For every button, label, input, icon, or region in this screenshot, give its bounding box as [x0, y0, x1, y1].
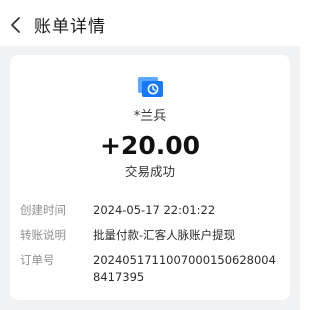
order-number-value[interactable]: 20240517110070001506280048417395: [93, 252, 283, 286]
back-button[interactable]: [8, 16, 24, 34]
payee-name: *兰兵: [133, 109, 167, 124]
page-title: 账单详情: [34, 17, 106, 37]
chevron-left-icon: [11, 17, 20, 33]
transaction-amount: +20.00: [99, 131, 201, 160]
created-time-label: 创建时间: [20, 203, 66, 217]
order-number-label: 订单号: [20, 253, 55, 267]
wallet-transfer-icon: [136, 72, 166, 102]
created-time-value: 2024-05-17 22:01:22: [93, 203, 216, 217]
transfer-note-label: 转账说明: [20, 228, 66, 242]
transfer-note-value: 批量付款-汇客人脉账户提现: [93, 228, 236, 242]
transaction-status: 交易成功: [124, 164, 175, 179]
top-bar: 账单详情: [0, 0, 300, 46]
